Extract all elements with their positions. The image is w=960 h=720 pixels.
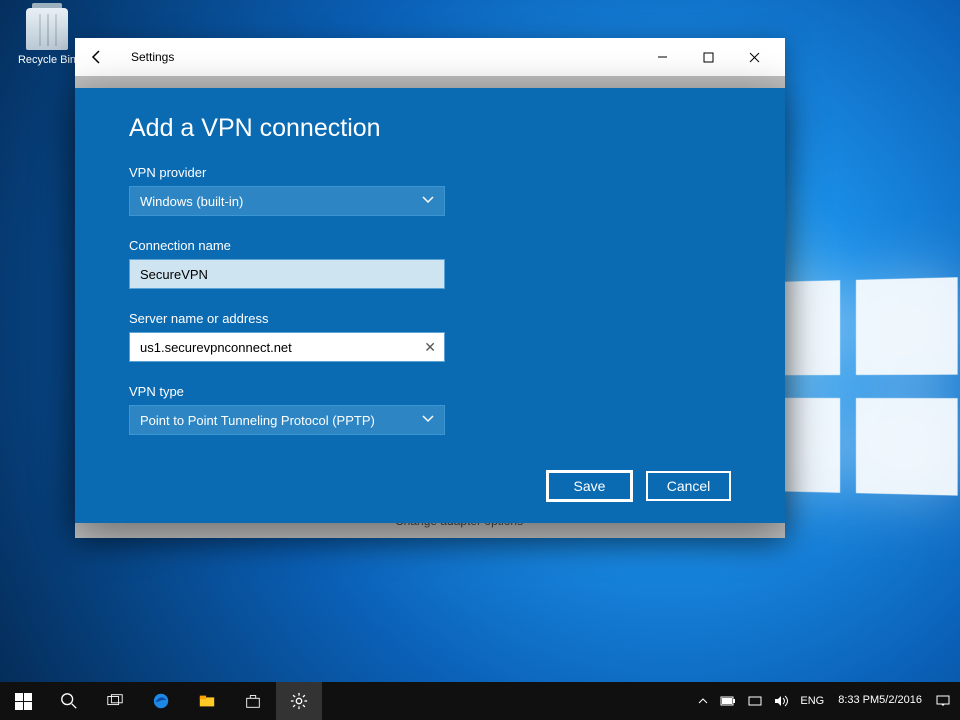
settings-titlebar: Settings [75,38,785,76]
dialog-title: Add a VPN connection [129,114,731,143]
tray-clock[interactable]: 8:33 PM 5/2/2016 [830,682,930,720]
add-vpn-dialog: Add a VPN connection VPN provider Window… [75,88,785,523]
vpn-provider-select[interactable]: Windows (built-in) [129,186,445,216]
close-button[interactable] [731,42,777,72]
vpn-type-select[interactable]: Point to Point Tunneling Protocol (PPTP) [129,405,445,435]
edge-icon [152,692,170,710]
task-view-icon [106,692,124,710]
chevron-down-icon [422,194,434,209]
connection-name-input[interactable]: SecureVPN [129,259,445,289]
maximize-button[interactable] [685,42,731,72]
connection-name-label: Connection name [129,238,731,253]
cancel-button[interactable]: Cancel [646,471,731,501]
search-button[interactable] [46,682,92,720]
tray-language[interactable]: ENG [794,682,830,720]
gear-icon [290,692,308,710]
store-icon [244,692,262,710]
trash-icon [26,8,68,50]
vpn-type-value: Point to Point Tunneling Protocol (PPTP) [140,413,375,428]
taskbar-edge[interactable] [138,682,184,720]
desktop: Recycle Bin Settings Change adapter opti… [0,0,960,720]
tray-battery-icon[interactable] [714,682,742,720]
taskbar: ENG 8:33 PM 5/2/2016 [0,682,960,720]
chevron-down-icon [422,413,434,428]
folder-icon [198,692,216,710]
tray-chevron-up-icon[interactable] [692,682,714,720]
vpn-provider-value: Windows (built-in) [140,194,243,209]
task-view-button[interactable] [92,682,138,720]
minimize-button[interactable] [639,42,685,72]
taskbar-file-explorer[interactable] [184,682,230,720]
start-button[interactable] [0,682,46,720]
recycle-bin-icon[interactable]: Recycle Bin [12,8,82,66]
tray-date: 5/2/2016 [879,694,922,707]
vpn-provider-label: VPN provider [129,165,731,180]
windows-icon [15,693,32,710]
connection-name-value: SecureVPN [140,267,208,282]
tray-action-center-icon[interactable] [930,682,956,720]
recycle-bin-label: Recycle Bin [18,54,76,66]
clear-input-icon[interactable]: ✕ [424,339,436,356]
system-tray: ENG 8:33 PM 5/2/2016 [692,682,960,720]
settings-title: Settings [131,50,174,64]
tray-network-icon[interactable] [742,682,768,720]
server-address-value: us1.securevpnconnect.net [140,340,292,355]
back-button[interactable] [83,43,111,71]
vpn-type-label: VPN type [129,384,731,399]
tray-time: 8:33 PM [838,694,879,707]
server-address-input[interactable]: us1.securevpnconnect.net ✕ [129,332,445,362]
tray-volume-icon[interactable] [768,682,794,720]
server-address-label: Server name or address [129,311,731,326]
taskbar-settings[interactable] [276,682,322,720]
search-icon [60,692,78,710]
taskbar-store[interactable] [230,682,276,720]
save-button[interactable]: Save [547,471,632,501]
